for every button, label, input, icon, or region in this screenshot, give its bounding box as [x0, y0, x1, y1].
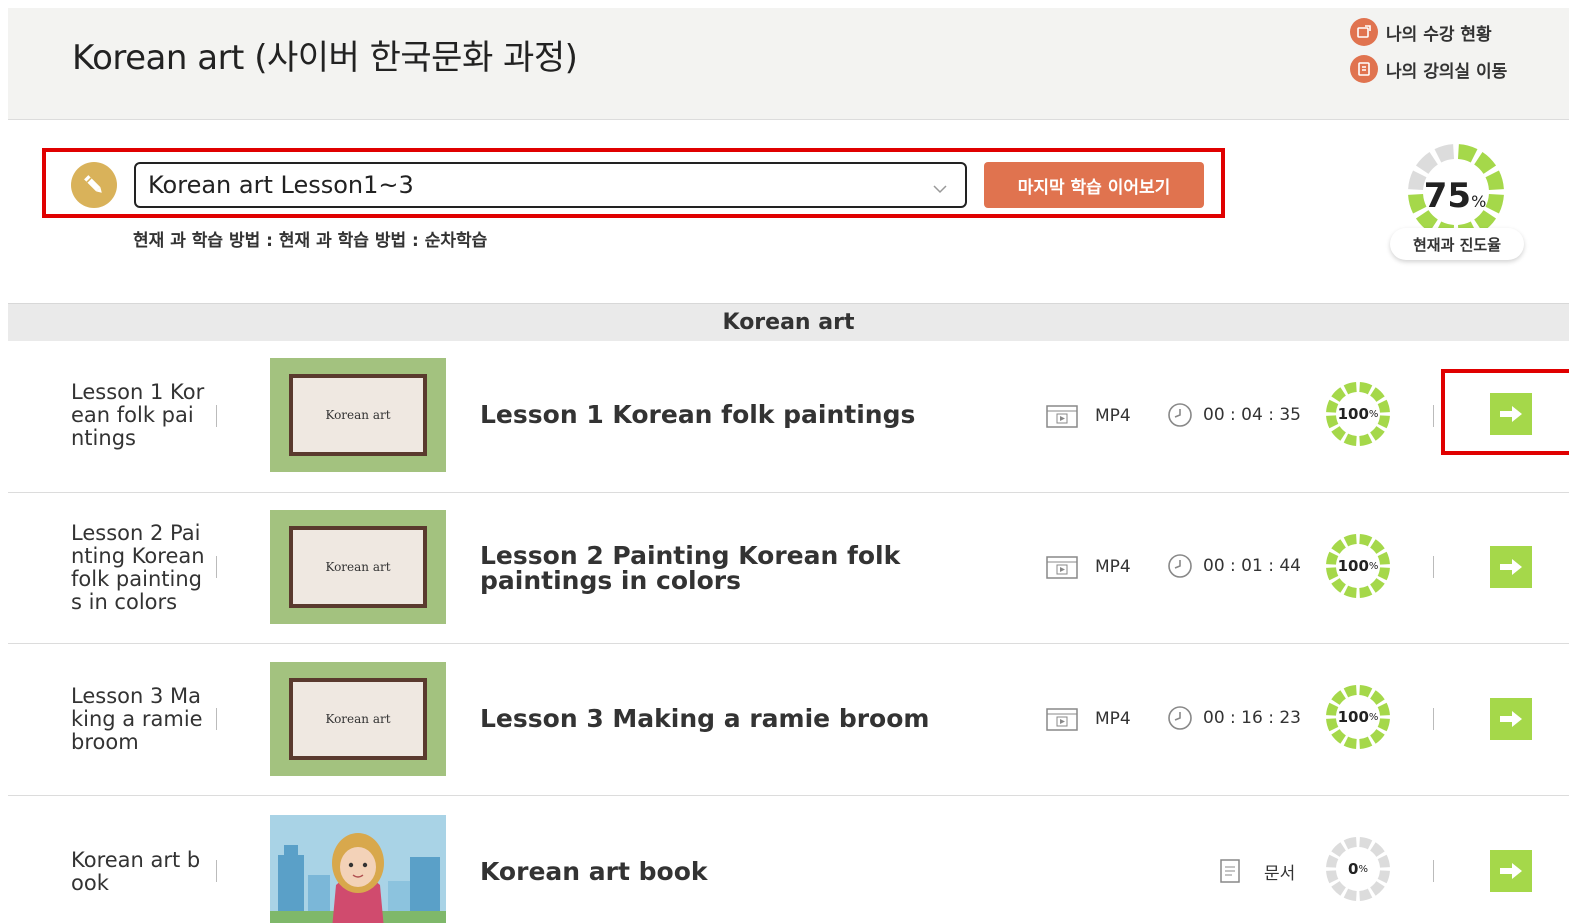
- divider: [216, 556, 217, 578]
- media-type: 문서: [1218, 858, 1295, 884]
- thumbnail-label: Korean art: [289, 678, 427, 760]
- book-cover-illustration: [270, 815, 446, 923]
- progress-ring-segment: [1474, 151, 1497, 174]
- divider: [1433, 708, 1434, 730]
- arrow-right-icon: [1500, 711, 1522, 727]
- lesson-title: Lesson 3 Making a ramie broom: [480, 704, 930, 733]
- section-header: Korean art: [8, 303, 1569, 341]
- divider: [1433, 556, 1434, 578]
- film-icon: [1046, 405, 1078, 428]
- lesson-row: Korean art book Korean art book 문서 0 %: [8, 796, 1569, 923]
- lesson-short-title: Korean art book: [71, 848, 201, 895]
- continue-last-study-button[interactable]: 마지막 학습 이어보기: [984, 162, 1204, 208]
- clock-icon: [1168, 706, 1192, 730]
- my-classroom-link[interactable]: 나의 강의실 이동: [1350, 55, 1507, 83]
- film-icon: [1046, 708, 1078, 731]
- divider: [216, 708, 217, 730]
- go-lesson-button[interactable]: [1490, 698, 1532, 740]
- progress-ring-segment: [1415, 151, 1438, 174]
- page-title: Korean art (사이버 한국문화 과정): [72, 38, 578, 78]
- film-icon: [1046, 556, 1078, 579]
- my-classroom-label: 나의 강의실 이동: [1386, 61, 1508, 82]
- lesson-range-value: Korean art Lesson1~3: [148, 171, 414, 199]
- document-icon: [1220, 859, 1240, 883]
- media-type-label: MP4: [1095, 406, 1131, 426]
- classroom-icon: [1350, 55, 1378, 83]
- course-header: Korean art (사이버 한국문화 과정): [8, 8, 1569, 120]
- course-page: Korean art (사이버 한국문화 과정) 나의 수강 현황 나의 강의실…: [0, 0, 1569, 923]
- lesson-thumbnail: Korean art: [270, 510, 446, 624]
- media-type-label: MP4: [1095, 709, 1131, 729]
- lesson-title: Lesson 2 Painting Korean folk paintings …: [480, 543, 900, 593]
- lesson-short-title: Lesson 1 Korean folk paintings: [71, 380, 205, 450]
- duration: 00 : 01 : 44: [1167, 553, 1301, 579]
- clock-icon: [1168, 403, 1192, 427]
- divider: [216, 860, 217, 882]
- progress-ring-segment: [1434, 144, 1455, 163]
- go-lesson-button[interactable]: [1490, 546, 1532, 588]
- lesson-title: Korean art book: [480, 857, 708, 886]
- divider: [1433, 860, 1434, 882]
- chevron-down-icon: [931, 176, 949, 204]
- duration: 00 : 04 : 35: [1167, 402, 1301, 428]
- go-lesson-button[interactable]: [1490, 850, 1532, 892]
- lesson-short-title: Lesson 2 Painting Korean folk paintings …: [71, 521, 205, 614]
- overall-progress-label: 현재과 진도율: [1390, 228, 1524, 260]
- go-button-highlight: [1441, 369, 1569, 455]
- overall-progress: 75% 현재과 진도율: [1388, 142, 1528, 272]
- divider: [1433, 405, 1434, 427]
- duration-value: 00 : 01 : 44: [1203, 556, 1301, 576]
- overall-progress-value: 75%: [1423, 176, 1487, 216]
- study-method-text: 현재 과 학습 방법 : 현재 과 학습 방법 : 순차학습: [133, 231, 488, 251]
- media-type-label: MP4: [1095, 557, 1131, 577]
- status-icon: [1350, 18, 1378, 46]
- lesson-progress-value: 100%: [1337, 557, 1379, 575]
- duration-value: 00 : 16 : 23: [1203, 708, 1301, 728]
- progress-ring-segment: [1457, 144, 1478, 163]
- lesson-row: Lesson 1 Korean folk paintings Korean ar…: [8, 341, 1569, 493]
- pencil-icon: [71, 162, 117, 208]
- lesson-thumbnail: [270, 815, 446, 923]
- arrow-right-icon: [1500, 559, 1522, 575]
- thumbnail-label: Korean art: [289, 526, 427, 608]
- my-status-link[interactable]: 나의 수강 현황: [1350, 18, 1492, 46]
- media-type-label: 문서: [1264, 863, 1296, 884]
- lesson-short-title: Lesson 3 Making a ramie broom: [71, 684, 203, 754]
- lesson-row: Lesson 3 Making a ramie broom Korean art…: [8, 644, 1569, 796]
- lesson-range-select[interactable]: Korean art Lesson1~3: [134, 162, 967, 208]
- my-status-label: 나의 수강 현황: [1386, 24, 1492, 45]
- lesson-title-line: paintings in colors: [480, 566, 741, 595]
- thumbnail-label: Korean art: [289, 374, 427, 456]
- divider: [216, 405, 217, 427]
- lesson-title: Lesson 1 Korean folk paintings: [480, 400, 916, 429]
- arrow-right-icon: [1500, 863, 1522, 879]
- lesson-progress-value: 0%: [1348, 860, 1368, 878]
- lesson-thumbnail: Korean art: [270, 662, 446, 776]
- lesson-thumbnail: Korean art: [270, 358, 446, 472]
- media-type: MP4: [1046, 554, 1131, 580]
- lesson-progress-value: 100%: [1337, 708, 1379, 726]
- clock-icon: [1168, 554, 1192, 578]
- lesson-row: Lesson 2 Painting Korean folk paintings …: [8, 492, 1569, 644]
- lesson-title-line: Lesson 2 Painting Korean folk: [480, 541, 901, 570]
- duration: 00 : 16 : 23: [1167, 705, 1301, 731]
- media-type: MP4: [1046, 706, 1131, 732]
- media-type: MP4: [1046, 403, 1131, 429]
- duration-value: 00 : 04 : 35: [1203, 405, 1301, 425]
- lesson-progress-value: 100%: [1337, 405, 1379, 423]
